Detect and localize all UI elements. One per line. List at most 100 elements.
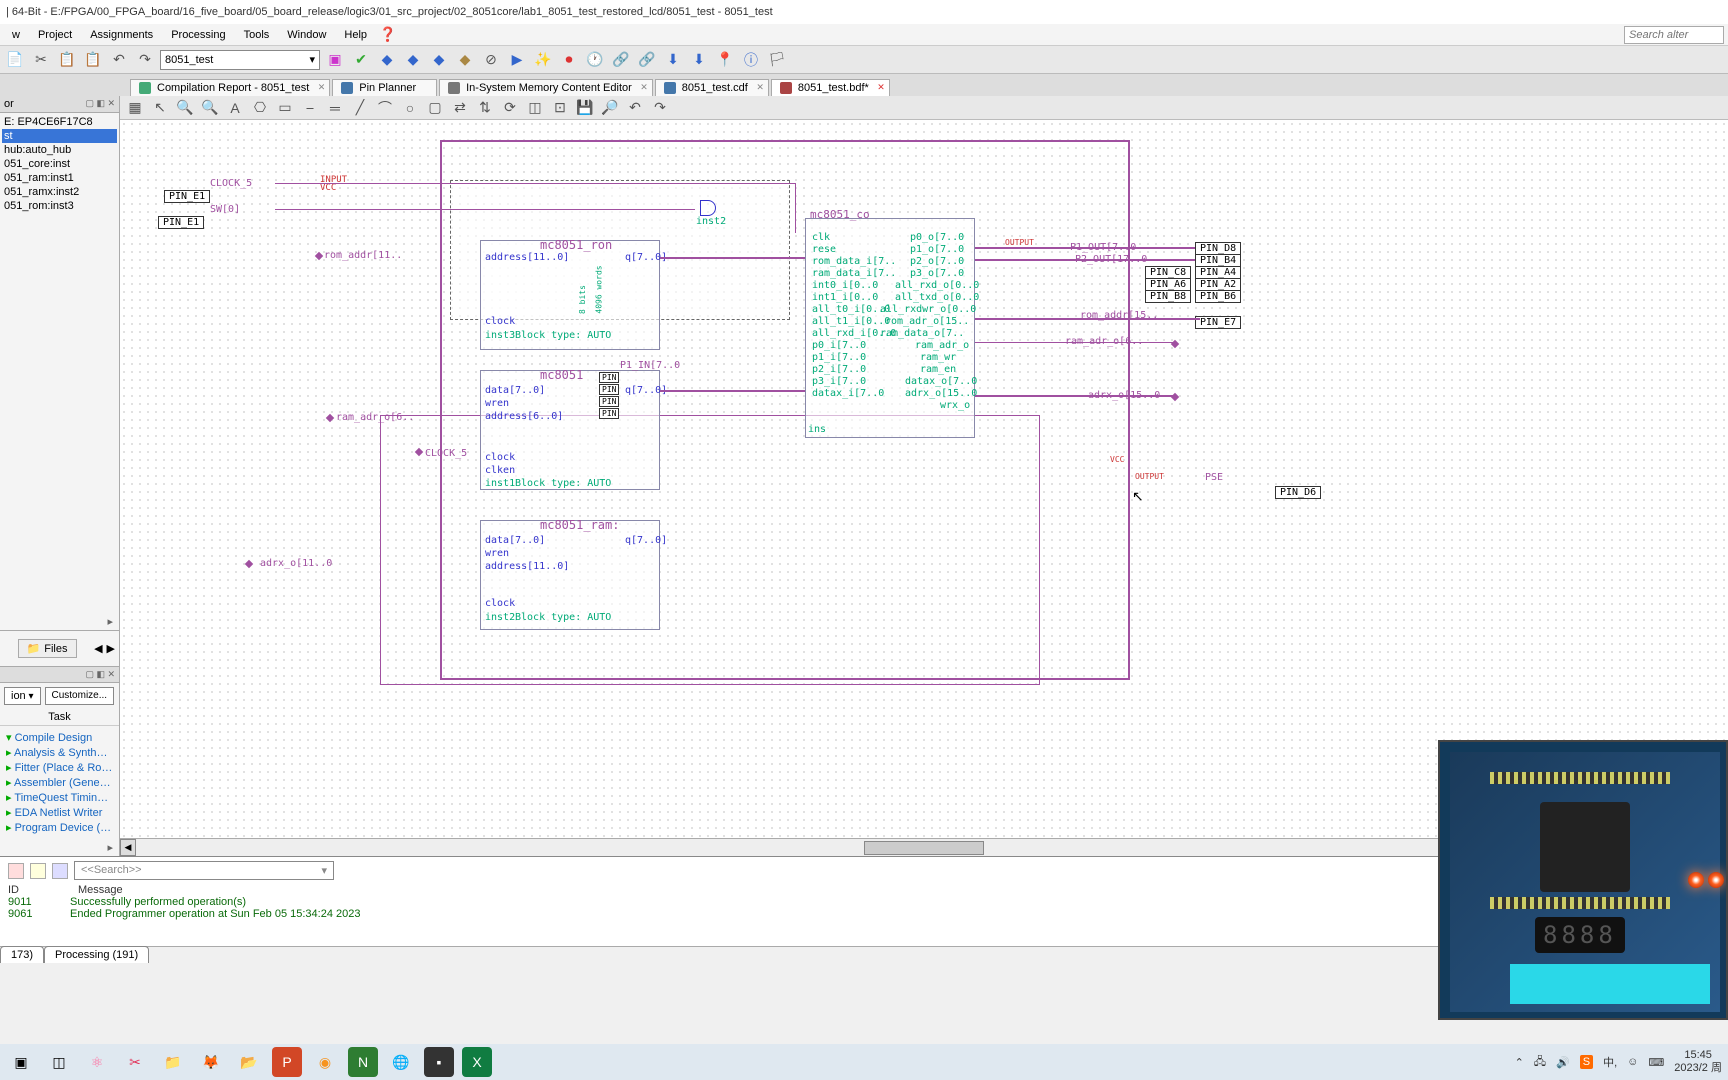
status-tab-processing[interactable]: Processing (191): [44, 946, 149, 963]
system-tray[interactable]: ⌃ 🖧 🔊 S 中, ☺ ⌨ 15:45 2023/2 周: [1515, 1049, 1722, 1075]
symbol-icon[interactable]: ⎔: [249, 97, 271, 119]
undo2-icon[interactable]: ↶: [624, 97, 646, 119]
app-icon[interactable]: 🌐: [386, 1047, 416, 1077]
not-gate[interactable]: [700, 200, 716, 216]
tree-item[interactable]: 051_ramx:inst2: [2, 185, 117, 199]
root-instance[interactable]: st: [2, 129, 117, 143]
undo-icon[interactable]: ↶: [108, 49, 130, 71]
arc-icon[interactable]: ⌒: [374, 97, 396, 119]
tree-item[interactable]: 051_core:inst: [2, 157, 117, 171]
folder-icon[interactable]: 📂: [234, 1047, 264, 1077]
redo2-icon[interactable]: ↷: [649, 97, 671, 119]
link2-icon[interactable]: 🔗: [636, 49, 658, 71]
terminal-icon[interactable]: ▪: [424, 1047, 454, 1077]
task-assembler[interactable]: Assembler (Generate pr: [4, 775, 115, 790]
block-icon[interactable]: ▭: [274, 97, 296, 119]
play-icon[interactable]: ▶: [506, 49, 528, 71]
info-icon[interactable]: ⓘ: [740, 49, 762, 71]
pin[interactable]: PIN_E7: [1195, 316, 1241, 329]
pin-e1[interactable]: PIN_E1: [158, 216, 204, 229]
firefox-icon[interactable]: 🦊: [196, 1047, 226, 1077]
close-icon[interactable]: ✕: [756, 82, 764, 93]
copy-icon[interactable]: 📋: [56, 49, 78, 71]
pin-icon[interactable]: 📍: [714, 49, 736, 71]
expand-icon[interactable]: ▸: [0, 839, 119, 856]
panel-controls[interactable]: ▢ ◧ ✕: [85, 669, 115, 680]
flip-v-icon[interactable]: ⇅: [474, 97, 496, 119]
ime-mode[interactable]: 中,: [1603, 1054, 1617, 1070]
down2-icon[interactable]: ⬇: [688, 49, 710, 71]
pin-e1[interactable]: PIN_E1: [164, 190, 210, 203]
tree-item[interactable]: hub:auto_hub: [2, 143, 117, 157]
text-icon[interactable]: A: [224, 97, 246, 119]
warning-filter-icon[interactable]: [30, 863, 46, 879]
emoji-icon[interactable]: ☺: [1627, 1056, 1638, 1068]
menu-processing[interactable]: Processing: [163, 27, 233, 43]
message-search[interactable]: <<Search>> ▾: [74, 861, 334, 880]
tab-cdf[interactable]: 8051_test.cdf✕: [655, 79, 769, 96]
link1-icon[interactable]: 🔗: [610, 49, 632, 71]
keyboard-icon[interactable]: ⌨: [1648, 1056, 1664, 1069]
info-filter-icon[interactable]: [52, 863, 68, 879]
wand-icon[interactable]: ✨: [532, 49, 554, 71]
eda-icon[interactable]: ◆: [454, 49, 476, 71]
pin[interactable]: PIN_B6: [1195, 290, 1241, 303]
fitter-icon[interactable]: ◆: [376, 49, 398, 71]
excel-icon[interactable]: X: [462, 1047, 492, 1077]
task-timing[interactable]: TimeQuest Timing Anal: [4, 790, 115, 805]
menu-tools[interactable]: Tools: [236, 27, 278, 43]
analysis-icon[interactable]: ✔: [350, 49, 372, 71]
error-filter-icon[interactable]: [8, 863, 24, 879]
app-icon[interactable]: ⚛: [82, 1047, 112, 1077]
tab-compilation-report[interactable]: Compilation Report - 8051_test✕: [130, 79, 330, 96]
pin-small[interactable]: PIN: [599, 408, 619, 419]
app-icon[interactable]: ◫: [44, 1047, 74, 1077]
redo-icon[interactable]: ↷: [134, 49, 156, 71]
network-icon[interactable]: 🖧: [1534, 1053, 1546, 1072]
record-icon[interactable]: ⏺: [558, 49, 580, 71]
cut-icon[interactable]: ✂: [30, 49, 52, 71]
task-program[interactable]: Program Device (Open Pro: [4, 820, 115, 835]
down1-icon[interactable]: ⬇: [662, 49, 684, 71]
flag-icon[interactable]: 🏳: [766, 49, 788, 71]
pin-small[interactable]: PIN: [599, 384, 619, 395]
rubber-icon[interactable]: ◫: [524, 97, 546, 119]
stop-icon[interactable]: ⊘: [480, 49, 502, 71]
tab-memory-editor[interactable]: In-System Memory Content Editor✕: [439, 79, 653, 96]
status-tab[interactable]: 173): [0, 946, 44, 963]
help-icon[interactable]: ❓: [377, 24, 399, 46]
project-combo[interactable]: 8051_test▾: [160, 50, 320, 70]
task-compile[interactable]: Compile Design: [4, 730, 115, 745]
hierarchy-tree[interactable]: E: EP4CE6F17C8 st hub:auto_hub 051_core:…: [0, 113, 119, 215]
tray-up-icon[interactable]: ⌃: [1515, 1056, 1524, 1069]
close-icon[interactable]: ✕: [640, 82, 648, 93]
files-button[interactable]: 📁 Files: [18, 639, 77, 658]
tab-bdf[interactable]: 8051_test.bdf*✕: [771, 79, 890, 96]
prev-icon[interactable]: ◀: [94, 642, 102, 655]
menu-window[interactable]: Window: [279, 27, 334, 43]
tree-item[interactable]: 051_rom:inst3: [2, 199, 117, 213]
app-icon[interactable]: ✂: [120, 1047, 150, 1077]
flip-h-icon[interactable]: ⇄: [449, 97, 471, 119]
app-icon[interactable]: N: [348, 1047, 378, 1077]
search-input[interactable]: [1624, 26, 1724, 44]
assembler-icon[interactable]: ◆: [402, 49, 424, 71]
panel-controls[interactable]: ▢ ◧ ✕: [85, 98, 115, 110]
pin[interactable]: PIN_B8: [1145, 290, 1191, 303]
powerpoint-icon[interactable]: P: [272, 1047, 302, 1077]
task-eda[interactable]: EDA Netlist Writer: [4, 805, 115, 820]
menu-help[interactable]: Help: [336, 27, 375, 43]
menu-assignments[interactable]: Assignments: [82, 27, 161, 43]
oval-icon[interactable]: ○: [399, 97, 421, 119]
scroll-left-icon[interactable]: ◀: [120, 839, 136, 856]
clock-icon[interactable]: 🕐: [584, 49, 606, 71]
ime-icon[interactable]: S: [1580, 1055, 1593, 1069]
tree-item[interactable]: 051_ram:inst1: [2, 171, 117, 185]
scroll-thumb[interactable]: [864, 841, 984, 855]
menu-project[interactable]: Project: [30, 27, 80, 43]
pin-small[interactable]: PIN: [599, 372, 619, 383]
expand-icon[interactable]: ▸: [0, 613, 119, 630]
find-icon[interactable]: 🔎: [599, 97, 621, 119]
next-icon[interactable]: ▶: [107, 642, 115, 655]
pin-small[interactable]: PIN: [599, 396, 619, 407]
